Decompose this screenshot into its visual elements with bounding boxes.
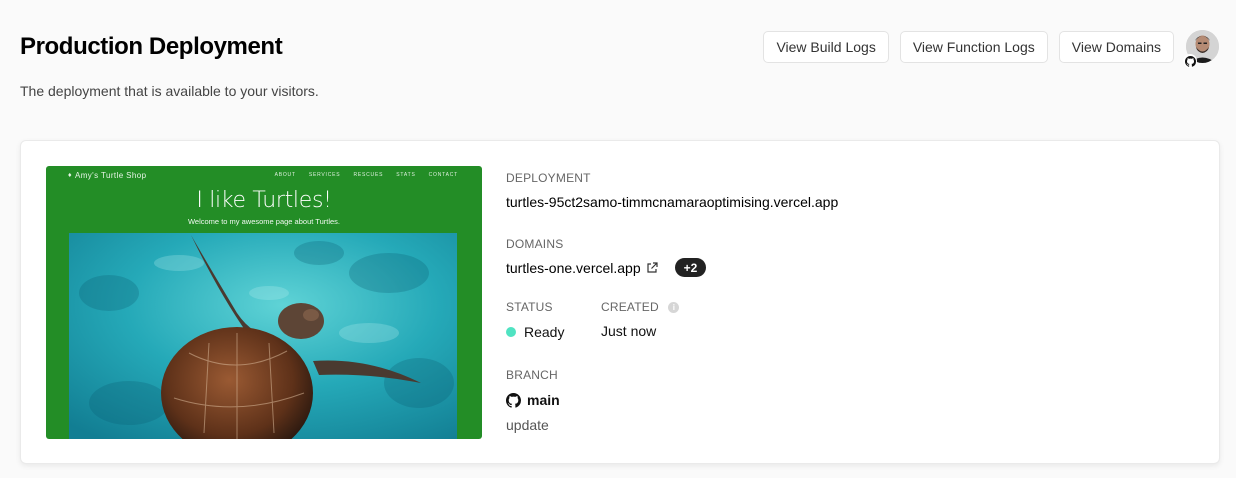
page-subtitle: The deployment that is available to your… [20,83,319,99]
preview-brand-label: Amy's Turtle Shop [74,171,147,180]
created-value: Just now [601,323,657,339]
external-link-icon[interactable] [646,261,658,274]
status-value: Ready [524,324,565,340]
preview-nav-item: STATS [396,172,416,178]
view-build-logs-button[interactable]: View Build Logs [763,30,889,63]
status-row: Ready [506,324,564,340]
preview-nav-item: ABOUT [274,172,296,178]
page-title: Production Deployment [20,33,283,60]
header-toolbar: View Build Logs View Function Logs View … [763,30,1219,68]
commit-message: update [506,417,549,433]
preview-nav: ABOUT SERVICES RESCUES STATS CONTACT [275,172,458,178]
user-avatar[interactable] [1183,30,1219,68]
domains-label: DOMAINS [506,237,564,251]
preview-nav-item: CONTACT [428,172,458,178]
preview-nav-item: RESCUES [353,172,384,178]
info-icon[interactable]: i [668,302,680,313]
deployment-preview[interactable]: ♦ Amy's Turtle Shop ABOUT SERVICES RESCU… [46,166,482,439]
created-label-row: CREATED i [601,300,680,314]
github-icon [506,392,521,408]
preview-subheading: Welcome to my awesome page about Turtles… [187,217,341,226]
production-deployment-card: ♦ Amy's Turtle Shop ABOUT SERVICES RESCU… [20,140,1220,464]
preview-heading: I like Turtles! [196,188,332,213]
branch-name: main [527,392,560,408]
branch-row[interactable]: main [506,392,560,408]
more-domains-badge[interactable]: +2 [674,258,707,277]
view-domains-button[interactable]: View Domains [1058,30,1174,63]
status-label: STATUS [506,300,553,314]
github-icon [1183,54,1197,68]
branch-label: BRANCH [506,368,558,382]
domain-link[interactable]: turtles-one.vercel.app [506,260,641,276]
deployment-url-link[interactable]: turtles-95ct2samo-timmcnamaraoptimising.… [506,194,838,210]
preview-brand: ♦ Amy's Turtle Shop [68,171,146,180]
deployment-label: DEPLOYMENT [506,171,591,185]
preview-nav-item: SERVICES [308,172,341,178]
domains-row: turtles-one.vercel.app +2 [506,258,707,277]
turtle-logo-icon: ♦ [68,172,72,179]
turtle-photo [69,233,457,439]
view-function-logs-button[interactable]: View Function Logs [899,30,1048,63]
status-dot-icon [506,327,516,337]
created-label: CREATED [601,300,659,314]
